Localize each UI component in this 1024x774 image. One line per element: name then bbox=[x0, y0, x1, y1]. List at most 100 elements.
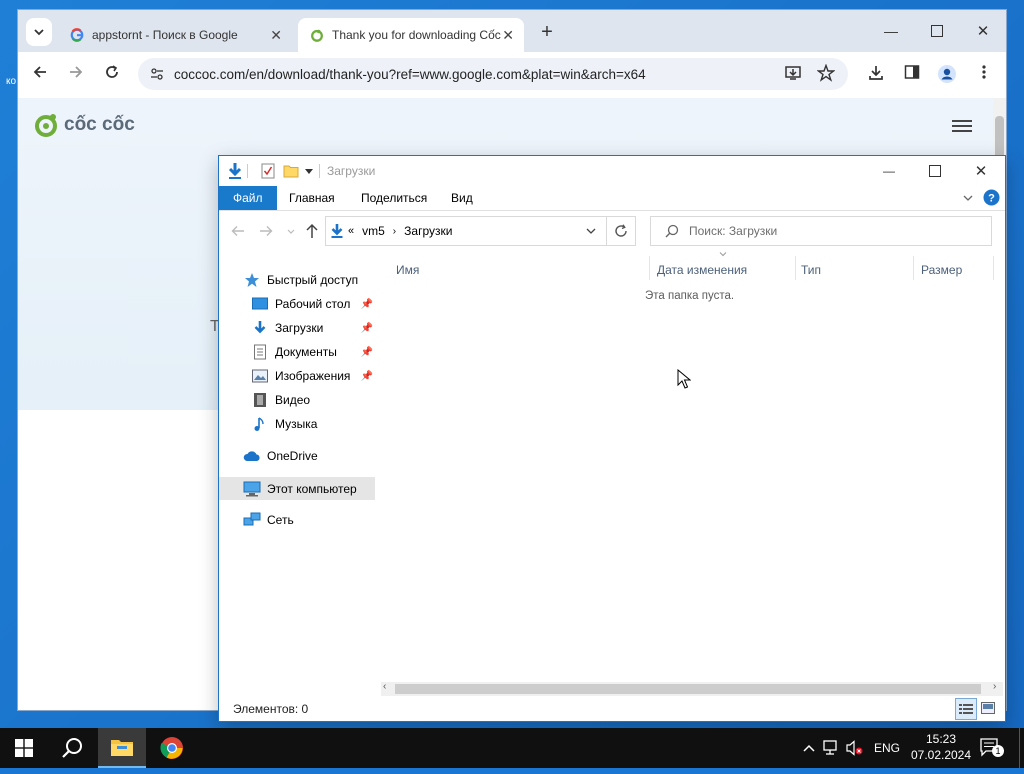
close-icon[interactable]: ✕ bbox=[270, 27, 282, 44]
reload-icon bbox=[106, 65, 118, 78]
details-view-button[interactable] bbox=[955, 698, 977, 720]
minimize-button[interactable]: — bbox=[876, 16, 906, 46]
column-header-type[interactable]: Тип bbox=[801, 258, 821, 282]
nav-video[interactable]: Видео bbox=[251, 389, 310, 411]
file-list[interactable]: Имя Дата изменения Тип Размер Эта папка … bbox=[381, 252, 1005, 682]
pin-icon: 📌 bbox=[360, 370, 373, 382]
nav-quick-access[interactable]: Быстрый доступ bbox=[243, 269, 358, 291]
notification-count-badge: 1 bbox=[992, 745, 1004, 757]
forward-icon[interactable] bbox=[259, 225, 273, 237]
computer-icon bbox=[243, 481, 261, 497]
chrome-icon bbox=[160, 737, 183, 759]
back-icon[interactable] bbox=[231, 225, 245, 237]
horizontal-scrollbar[interactable]: ‹ › bbox=[381, 681, 1003, 696]
bookmark-button[interactable] bbox=[816, 63, 837, 84]
minimize-button[interactable]: — bbox=[873, 156, 905, 186]
nav-this-pc[interactable]: Этот компьютер bbox=[219, 477, 375, 500]
empty-folder-message: Эта папка пуста. bbox=[645, 290, 735, 302]
tab-file[interactable]: Файл bbox=[219, 186, 277, 210]
refresh-button[interactable] bbox=[606, 216, 636, 246]
ribbon-expand-icon[interactable] bbox=[963, 194, 973, 202]
maximize-button[interactable] bbox=[922, 16, 952, 46]
site-info-icon[interactable] bbox=[150, 67, 164, 81]
network-tray-button[interactable] bbox=[823, 728, 843, 768]
help-icon[interactable]: ? bbox=[983, 189, 1000, 206]
nav-documents[interactable]: Документы 📌 bbox=[251, 341, 377, 363]
tab-search-button[interactable] bbox=[26, 18, 52, 46]
nav-network[interactable]: Сеть bbox=[243, 509, 294, 531]
address-dropdown-icon[interactable] bbox=[586, 227, 596, 235]
volume-tray-button[interactable] bbox=[846, 728, 866, 768]
search-input[interactable]: Поиск: Загрузки bbox=[650, 216, 992, 246]
column-divider[interactable] bbox=[993, 256, 994, 280]
address-bar[interactable]: coccoc.com/en/download/thank-you?ref=www… bbox=[138, 58, 848, 90]
properties-icon[interactable] bbox=[261, 163, 275, 179]
scrollbar-thumb[interactable] bbox=[395, 684, 981, 694]
cloud-icon bbox=[243, 448, 261, 464]
column-header-size[interactable]: Размер bbox=[921, 258, 962, 282]
nav-label: Сеть bbox=[267, 513, 294, 527]
large-icons-view-button[interactable] bbox=[979, 699, 997, 717]
nav-pictures[interactable]: Изображения 📌 bbox=[251, 365, 377, 387]
new-tab-button[interactable]: + bbox=[536, 18, 558, 46]
column-divider[interactable] bbox=[649, 256, 650, 280]
close-button[interactable]: ✕ bbox=[965, 156, 997, 186]
tab-coccoc-thankyou[interactable]: Thank you for downloading Cốc ✕ bbox=[298, 18, 524, 52]
action-center-button[interactable]: 1 bbox=[980, 728, 1006, 768]
taskbar-file-explorer[interactable] bbox=[98, 728, 146, 768]
column-divider[interactable] bbox=[913, 256, 914, 280]
recent-locations-icon[interactable] bbox=[287, 229, 295, 235]
downloads-button[interactable] bbox=[865, 64, 887, 86]
close-window-button[interactable]: ✕ bbox=[968, 16, 998, 46]
search-button[interactable] bbox=[48, 728, 96, 768]
nav-label: Рабочий стол bbox=[275, 297, 351, 311]
taskbar-chrome[interactable] bbox=[148, 728, 196, 768]
forward-button[interactable] bbox=[65, 64, 87, 86]
tab-view[interactable]: Вид bbox=[437, 186, 487, 210]
tab-strip: appstornt - Поиск в Google ✕ Thank you f… bbox=[18, 10, 1006, 52]
nav-music[interactable]: Музыка bbox=[251, 413, 317, 435]
more-vertical-icon bbox=[982, 65, 986, 79]
scroll-right-icon[interactable]: › bbox=[993, 681, 996, 692]
nav-onedrive[interactable]: OneDrive bbox=[243, 445, 318, 467]
breadcrumb-overflow[interactable]: « bbox=[348, 225, 354, 237]
nav-label: Музыка bbox=[275, 417, 318, 431]
avatar-icon bbox=[938, 65, 956, 83]
address-box[interactable]: « vm5 › Загрузки bbox=[325, 216, 607, 246]
nav-desktop[interactable]: Рабочий стол 📌 bbox=[251, 293, 377, 315]
scroll-left-icon[interactable]: ‹ bbox=[383, 681, 386, 692]
new-folder-icon[interactable] bbox=[283, 163, 299, 179]
nav-downloads[interactable]: Загрузки 📌 bbox=[251, 317, 377, 339]
column-header-date[interactable]: Дата изменения bbox=[657, 258, 747, 282]
hamburger-menu-button[interactable] bbox=[952, 118, 974, 134]
close-icon[interactable]: ✕ bbox=[502, 27, 514, 44]
up-icon[interactable] bbox=[305, 223, 319, 239]
install-app-button[interactable] bbox=[784, 64, 804, 84]
tab-share[interactable]: Поделиться bbox=[347, 186, 441, 210]
profile-button[interactable] bbox=[936, 64, 958, 86]
coccoc-logo[interactable]: cốc cốc bbox=[34, 112, 135, 138]
url-text: coccoc.com/en/download/thank-you?ref=www… bbox=[174, 66, 646, 82]
start-button[interactable] bbox=[0, 728, 48, 768]
sort-indicator-icon bbox=[719, 252, 727, 257]
column-header-name[interactable]: Имя bbox=[396, 258, 419, 282]
show-desktop-button[interactable] bbox=[1019, 728, 1024, 768]
breadcrumb-downloads[interactable]: Загрузки bbox=[404, 224, 452, 238]
menu-button[interactable] bbox=[973, 64, 995, 86]
back-button[interactable] bbox=[29, 64, 51, 86]
maximize-button[interactable] bbox=[919, 156, 951, 186]
quick-access-dropdown-icon[interactable] bbox=[305, 169, 313, 175]
language-indicator[interactable]: ENG bbox=[874, 728, 900, 768]
install-icon bbox=[785, 66, 801, 80]
breadcrumb-vm5[interactable]: vm5 bbox=[362, 224, 385, 238]
clock[interactable]: 15:23 07.02.2024 bbox=[908, 731, 974, 765]
tab-google-search[interactable]: appstornt - Поиск в Google ✕ bbox=[58, 18, 292, 52]
column-divider[interactable] bbox=[795, 256, 796, 280]
reload-button[interactable] bbox=[101, 64, 123, 86]
logo-text: cốc cốc bbox=[64, 114, 135, 135]
side-panel-button[interactable] bbox=[901, 64, 923, 86]
nav-label: Загрузки bbox=[275, 321, 324, 335]
download-icon bbox=[869, 66, 883, 80]
tab-home[interactable]: Главная bbox=[275, 186, 349, 210]
show-hidden-icons-button[interactable] bbox=[800, 728, 818, 768]
